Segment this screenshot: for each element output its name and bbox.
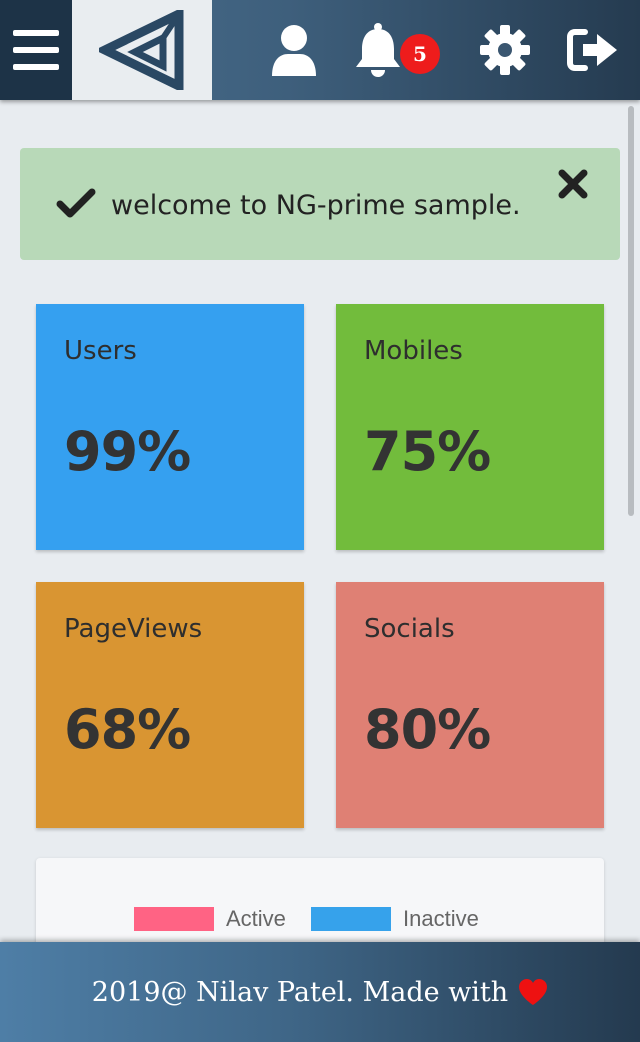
- card-title: Mobiles: [364, 336, 463, 366]
- card-value: 68%: [64, 698, 191, 761]
- alert-message: welcome to NG-prime sample.: [111, 190, 521, 221]
- scrollbar-thumb[interactable]: [628, 106, 634, 516]
- stat-card-users: Users 99%: [36, 304, 304, 550]
- card-value: 99%: [64, 420, 191, 483]
- gear-icon: [480, 25, 530, 75]
- user-icon: [272, 25, 316, 76]
- legend-item-active[interactable]: Active: [134, 906, 286, 932]
- stat-card-mobiles: Mobiles 75%: [336, 304, 604, 550]
- top-navbar: 5: [0, 0, 640, 100]
- logout-button[interactable]: [566, 22, 622, 78]
- legend-label: Active: [226, 906, 286, 931]
- card-title: Socials: [364, 614, 455, 644]
- card-title: PageViews: [64, 614, 203, 644]
- profile-button[interactable]: [266, 22, 322, 78]
- notification-badge: 5: [400, 34, 440, 74]
- card-value: 80%: [364, 698, 491, 761]
- card-value: 75%: [364, 420, 491, 483]
- footer: 2019@ Nilav Patel. Made with: [0, 942, 640, 1042]
- app-logo[interactable]: [72, 0, 212, 100]
- heart-icon: [519, 979, 548, 1005]
- legend-swatch: [311, 907, 391, 931]
- settings-button[interactable]: [477, 22, 533, 78]
- footer-text: 2019@ Nilav Patel. Made with: [91, 976, 509, 1008]
- card-title: Users: [64, 336, 137, 366]
- stat-card-socials: Socials 80%: [336, 582, 604, 828]
- close-icon[interactable]: [557, 168, 589, 200]
- dashboard-content[interactable]: welcome to NG-prime sample. Users 99% Mo…: [0, 100, 626, 942]
- bell-icon: [356, 23, 400, 77]
- menu-button[interactable]: [0, 0, 72, 100]
- legend-label: Inactive: [403, 906, 479, 931]
- notifications-button[interactable]: [350, 22, 406, 78]
- legend-item-inactive[interactable]: Inactive: [311, 906, 479, 932]
- chart-card: Active Inactive: [36, 858, 604, 942]
- stat-card-pageviews: PageViews 68%: [36, 582, 304, 828]
- check-icon: [56, 188, 96, 218]
- logo-icon: [99, 10, 184, 90]
- legend-swatch: [134, 907, 214, 931]
- sign-out-icon: [567, 29, 617, 71]
- welcome-alert: welcome to NG-prime sample.: [20, 148, 620, 260]
- menu-icon: [13, 30, 59, 70]
